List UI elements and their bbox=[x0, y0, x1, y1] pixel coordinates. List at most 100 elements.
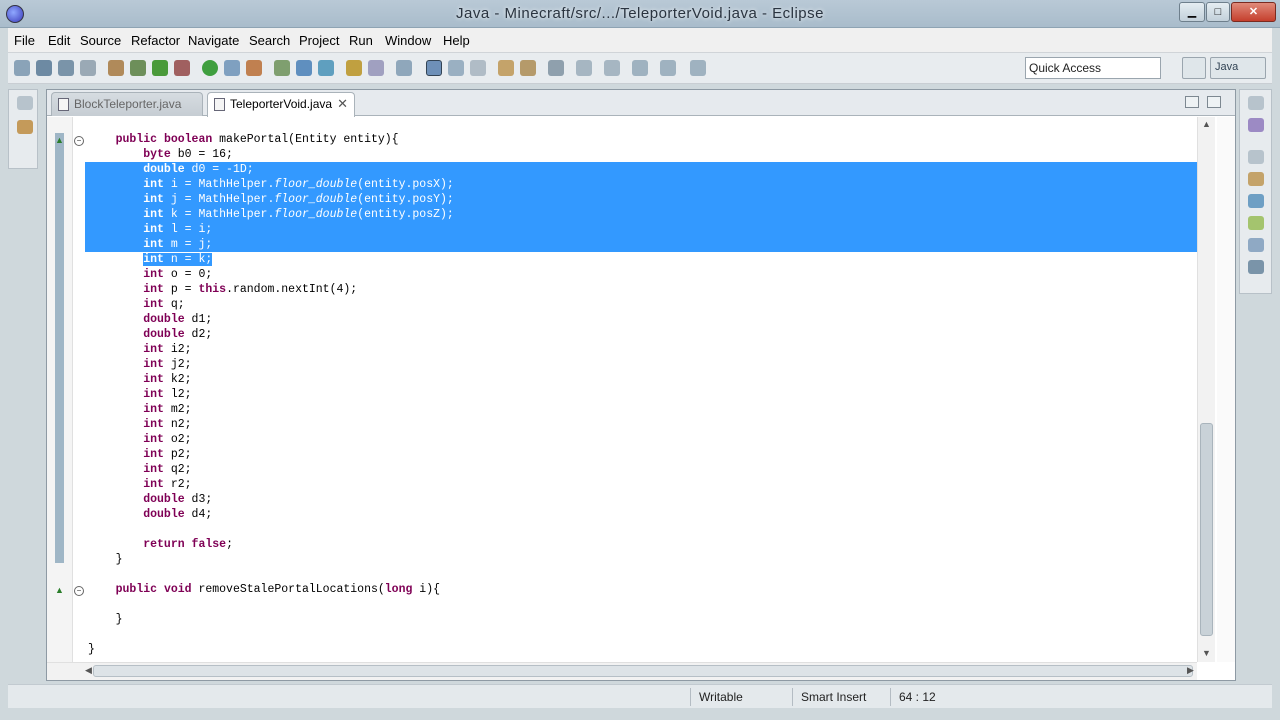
minimize-editor-icon[interactable] bbox=[1185, 96, 1199, 108]
code-line[interactable]: int q2; bbox=[88, 462, 1196, 477]
restore-icon[interactable] bbox=[1248, 96, 1264, 110]
code-line[interactable]: double d2; bbox=[88, 327, 1196, 342]
code-line[interactable]: int q; bbox=[88, 297, 1196, 312]
pin-editor-icon[interactable] bbox=[632, 60, 648, 76]
open-perspective-icon[interactable] bbox=[1182, 57, 1206, 79]
declaration-icon[interactable] bbox=[1248, 238, 1264, 252]
menu-edit[interactable]: Edit bbox=[48, 33, 70, 48]
menu-file[interactable]: File bbox=[14, 33, 35, 48]
horizontal-scroll-thumb[interactable] bbox=[93, 665, 1193, 677]
code-text[interactable]: public boolean makePortal(Entity entity)… bbox=[88, 132, 1196, 657]
build-icon[interactable] bbox=[108, 60, 124, 76]
navigate-icon[interactable] bbox=[660, 60, 676, 76]
print-icon[interactable] bbox=[80, 60, 96, 76]
new-class-icon[interactable] bbox=[318, 60, 334, 76]
paragraph-icon[interactable] bbox=[470, 60, 486, 76]
code-line[interactable] bbox=[88, 627, 1196, 642]
package-explorer-icon[interactable] bbox=[17, 120, 33, 134]
code-line[interactable]: int j2; bbox=[88, 357, 1196, 372]
scroll-left-icon[interactable]: ◀ bbox=[85, 665, 92, 676]
code-line[interactable]: int m = j; bbox=[88, 237, 1196, 252]
code-line[interactable]: int o = 0; bbox=[88, 267, 1196, 282]
console-icon[interactable] bbox=[1248, 260, 1264, 274]
vertical-scroll-thumb[interactable] bbox=[1200, 423, 1213, 636]
menu-project[interactable]: Project bbox=[299, 33, 339, 48]
scroll-up-icon[interactable]: ▲ bbox=[1202, 119, 1211, 129]
menu-source[interactable]: Source bbox=[80, 33, 121, 48]
code-line[interactable]: public void removeStalePortalLocations(l… bbox=[88, 582, 1196, 597]
code-line[interactable]: int o2; bbox=[88, 432, 1196, 447]
back-icon[interactable] bbox=[576, 60, 592, 76]
tab-blockteleporter[interactable]: BlockTeleporter.java bbox=[51, 92, 203, 116]
code-line[interactable]: } bbox=[88, 642, 1196, 657]
tab-teleportervoid[interactable]: TeleporterVoid.java ✕ bbox=[207, 92, 355, 117]
code-line[interactable]: double d0 = -1D; bbox=[88, 162, 1196, 177]
code-line[interactable]: double d3; bbox=[88, 492, 1196, 507]
new-icon[interactable] bbox=[14, 60, 30, 76]
close-button[interactable]: ✕ bbox=[1231, 2, 1276, 22]
code-line[interactable]: int r2; bbox=[88, 477, 1196, 492]
fold-collapse-icon[interactable]: − bbox=[74, 136, 84, 146]
menu-navigate[interactable]: Navigate bbox=[188, 33, 239, 48]
overview-ruler[interactable] bbox=[1217, 117, 1235, 662]
run-icon[interactable] bbox=[152, 60, 168, 76]
javadoc-icon[interactable] bbox=[1248, 216, 1264, 230]
fold-collapse-icon[interactable]: − bbox=[74, 586, 84, 596]
coverage-icon[interactable] bbox=[224, 60, 240, 76]
scroll-down-icon[interactable]: ▼ bbox=[1202, 648, 1211, 658]
code-line[interactable]: int p2; bbox=[88, 447, 1196, 462]
profile-icon[interactable] bbox=[246, 60, 262, 76]
restore-icon[interactable] bbox=[17, 96, 33, 110]
new-java-project-icon[interactable] bbox=[274, 60, 290, 76]
toolbar-more-icon[interactable] bbox=[690, 60, 706, 76]
code-line[interactable] bbox=[88, 597, 1196, 612]
search-icon[interactable] bbox=[368, 60, 384, 76]
code-line[interactable]: byte b0 = 16; bbox=[88, 147, 1196, 162]
code-line[interactable]: int n = k; bbox=[88, 252, 1196, 267]
last-edit-icon[interactable] bbox=[548, 60, 564, 76]
code-line[interactable]: double d4; bbox=[88, 507, 1196, 522]
java-perspective-button[interactable]: Java bbox=[1210, 57, 1266, 79]
code-line[interactable]: int n2; bbox=[88, 417, 1196, 432]
problems-icon[interactable] bbox=[1248, 194, 1264, 208]
menu-refactor[interactable]: Refactor bbox=[131, 33, 180, 48]
code-line[interactable]: double d1; bbox=[88, 312, 1196, 327]
code-editor[interactable]: − − ▲ ▲ public boolean makePortal(Entity… bbox=[47, 117, 1235, 662]
code-line[interactable]: int j = MathHelper.floor_double(entity.p… bbox=[88, 192, 1196, 207]
code-line[interactable] bbox=[88, 522, 1196, 537]
code-line[interactable]: int l2; bbox=[88, 387, 1196, 402]
menu-help[interactable]: Help bbox=[443, 33, 470, 48]
new-package-icon[interactable] bbox=[296, 60, 312, 76]
quick-access-input[interactable]: Quick Access bbox=[1025, 57, 1161, 79]
forward-icon[interactable] bbox=[604, 60, 620, 76]
close-icon[interactable]: ✕ bbox=[337, 96, 348, 112]
toggle-mark-occurrences-icon[interactable] bbox=[396, 60, 412, 76]
code-line[interactable]: return false; bbox=[88, 537, 1196, 552]
restore-icon[interactable] bbox=[1248, 150, 1264, 164]
task-list-icon[interactable] bbox=[1248, 118, 1264, 132]
code-line[interactable]: } bbox=[88, 612, 1196, 627]
debug-icon[interactable] bbox=[130, 60, 146, 76]
scroll-right-icon[interactable]: ▶ bbox=[1187, 665, 1194, 676]
menu-window[interactable]: Window bbox=[385, 33, 431, 48]
minimize-button[interactable]: ▁ bbox=[1179, 2, 1205, 22]
save-icon[interactable] bbox=[36, 60, 52, 76]
code-line[interactable]: int i2; bbox=[88, 342, 1196, 357]
menu-search[interactable]: Search bbox=[249, 33, 290, 48]
next-annotation-icon[interactable] bbox=[498, 60, 514, 76]
maximize-button[interactable]: □ bbox=[1206, 2, 1230, 22]
code-line[interactable]: int m2; bbox=[88, 402, 1196, 417]
show-whitespace-icon[interactable] bbox=[448, 60, 464, 76]
external-tools-icon[interactable] bbox=[174, 60, 190, 76]
code-line[interactable]: public boolean makePortal(Entity entity)… bbox=[88, 132, 1196, 147]
vertical-scrollbar[interactable]: ▲ ▼ bbox=[1197, 117, 1215, 662]
code-line[interactable]: int i = MathHelper.floor_double(entity.p… bbox=[88, 177, 1196, 192]
menu-run[interactable]: Run bbox=[349, 33, 373, 48]
open-type-icon[interactable] bbox=[346, 60, 362, 76]
code-line[interactable] bbox=[88, 567, 1196, 582]
code-line[interactable]: int l = i; bbox=[88, 222, 1196, 237]
outline-icon[interactable] bbox=[1248, 172, 1264, 186]
code-line[interactable]: int k2; bbox=[88, 372, 1196, 387]
maximize-editor-icon[interactable] bbox=[1207, 96, 1221, 108]
horizontal-scrollbar[interactable]: ◀ ▶ bbox=[47, 662, 1197, 680]
